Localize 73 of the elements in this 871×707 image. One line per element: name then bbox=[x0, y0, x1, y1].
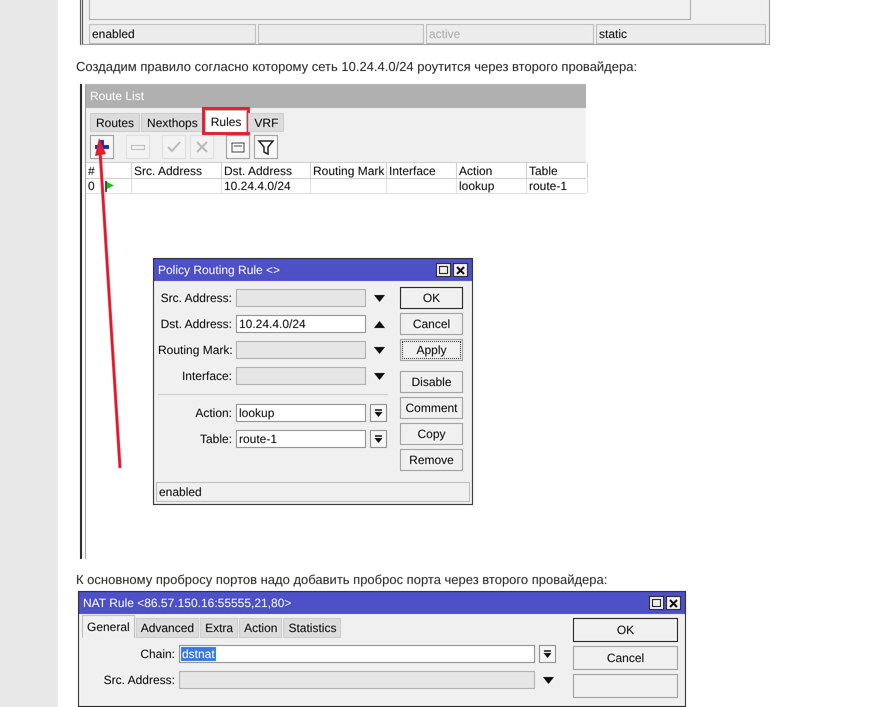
window-title: NAT Rule <86.57.150.16:55555,21,80> bbox=[83, 595, 292, 612]
status-cell: static bbox=[596, 24, 766, 44]
dialog-button[interactable]: Copy bbox=[400, 423, 463, 446]
field-label: Routing Mark: bbox=[158, 342, 232, 360]
tab[interactable]: Statistics bbox=[283, 618, 342, 638]
input-field[interactable] bbox=[236, 289, 366, 308]
table-cell: 0 bbox=[86, 179, 102, 194]
dropdown-field[interactable]: route-1 bbox=[236, 430, 366, 448]
tab[interactable]: Rules bbox=[204, 110, 248, 132]
dropdown-button[interactable] bbox=[370, 404, 387, 422]
status-bar: enabled bbox=[156, 482, 470, 502]
column-header[interactable]: # bbox=[86, 163, 102, 178]
column-header[interactable]: Routing Mark bbox=[311, 163, 387, 178]
table-cell: lookup bbox=[457, 179, 527, 194]
dialog-button[interactable]: OK bbox=[400, 287, 463, 310]
close-icon bbox=[669, 598, 678, 608]
status-cell: enabled bbox=[89, 24, 256, 44]
tab[interactable]: Nexthops bbox=[141, 113, 204, 132]
dialog-button[interactable]: Remove bbox=[400, 449, 463, 472]
dropdown-field[interactable]: dstnat bbox=[179, 645, 535, 664]
filter-button[interactable] bbox=[254, 135, 278, 160]
dropdown-arrow-icon bbox=[543, 650, 552, 659]
tab[interactable]: Extra bbox=[200, 618, 238, 638]
input-field[interactable] bbox=[236, 341, 366, 360]
column-header[interactable]: Dst. Address bbox=[222, 163, 311, 178]
tab[interactable]: VRF bbox=[248, 113, 284, 132]
column-header[interactable]: Action bbox=[457, 163, 527, 178]
maximize-button[interactable] bbox=[649, 596, 664, 610]
table-cell: 10.24.4.0/24 bbox=[222, 179, 311, 194]
dialog-button[interactable]: Apply bbox=[400, 339, 463, 362]
tab[interactable]: Routes bbox=[90, 113, 140, 132]
column-header[interactable]: Src. Address bbox=[132, 163, 222, 178]
status-cell: active bbox=[426, 24, 594, 44]
field-label: Src. Address: bbox=[102, 672, 175, 690]
table-cell: route-1 bbox=[527, 179, 588, 194]
field-label: Dst. Address: bbox=[160, 316, 232, 334]
window-title-bar: Route List bbox=[86, 84, 586, 108]
tab[interactable]: General bbox=[82, 615, 135, 638]
tab[interactable]: Action bbox=[239, 618, 282, 638]
dialog-button[interactable]: Cancel bbox=[573, 646, 678, 670]
dialog-button[interactable]: Comment bbox=[400, 397, 463, 420]
minus-icon bbox=[131, 144, 145, 150]
window-title: Policy Routing Rule <> bbox=[158, 262, 280, 280]
input-field[interactable] bbox=[179, 671, 535, 690]
dropdown-button[interactable] bbox=[370, 430, 387, 448]
dropdown-field[interactable]: lookup bbox=[236, 404, 366, 422]
paragraph: К основному пробросу портов надо добавить проброс порта через второго провайдера: bbox=[76, 571, 608, 588]
field-label: Src. Address: bbox=[160, 290, 232, 308]
field-label: Table: bbox=[198, 431, 232, 448]
dialog-button[interactable]: OK bbox=[573, 618, 678, 642]
close-icon bbox=[456, 266, 465, 275]
dropdown-arrow-icon bbox=[374, 408, 383, 418]
close-button[interactable] bbox=[666, 596, 681, 610]
filter-icon bbox=[257, 138, 275, 156]
dialog-button[interactable]: Disable bbox=[400, 371, 463, 394]
column-header[interactable]: Table bbox=[527, 163, 588, 178]
dialog-button[interactable]: Cancel bbox=[400, 313, 463, 336]
field-label: Chain: bbox=[139, 646, 175, 664]
field-label: Action: bbox=[194, 405, 232, 422]
column-header[interactable]: Interface bbox=[387, 163, 457, 178]
maximize-icon bbox=[439, 266, 448, 274]
flag-icon bbox=[104, 180, 116, 192]
close-button[interactable] bbox=[453, 263, 468, 278]
paragraph: Создадим правило согласно которому сеть 10.24.4.0/24 роутится через второго провайдера: bbox=[76, 58, 638, 76]
note-button[interactable] bbox=[226, 135, 250, 160]
dropdown-arrow-icon bbox=[374, 434, 383, 444]
field-label: Interface: bbox=[180, 368, 232, 386]
input-field[interactable]: 10.24.4.0/24 bbox=[236, 315, 366, 334]
maximize-icon bbox=[652, 599, 661, 608]
tab[interactable]: Advanced bbox=[136, 618, 200, 638]
input-field[interactable] bbox=[236, 367, 366, 386]
maximize-button[interactable] bbox=[436, 263, 451, 278]
dropdown-button[interactable] bbox=[539, 645, 556, 664]
